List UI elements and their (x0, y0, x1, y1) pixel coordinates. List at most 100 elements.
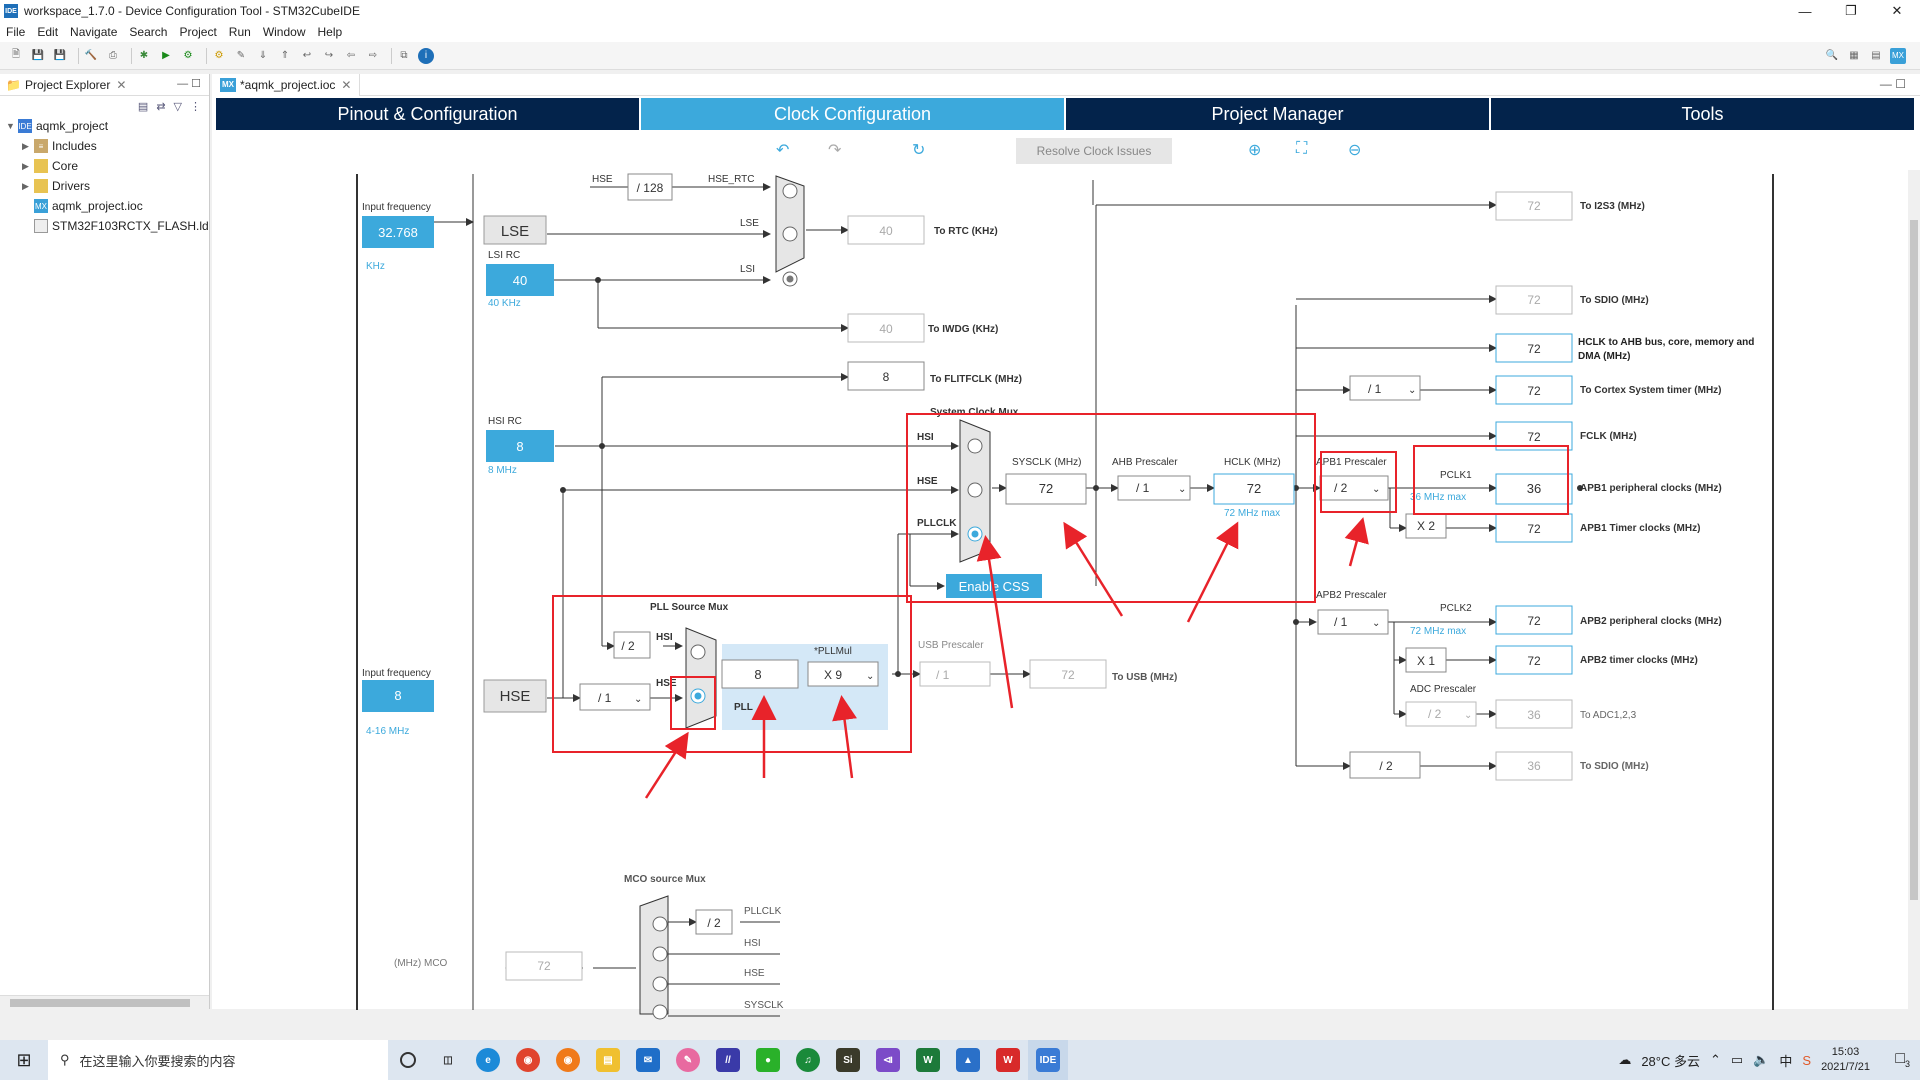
ime-icon[interactable]: 中 (1779, 1051, 1792, 1070)
volume-icon[interactable]: 🔈 (1753, 1052, 1769, 1068)
taskbar-search-input[interactable]: ⚲ 在这里输入你要搜索的内容 (48, 1040, 388, 1080)
rtc-mux-radio-lse[interactable] (782, 226, 798, 242)
ahb-prescaler-select[interactable]: / 1 (1136, 481, 1150, 495)
save-icon[interactable]: 💾 (30, 48, 46, 64)
hse-div-select[interactable]: / 1 (598, 691, 612, 705)
tree-includes[interactable]: ▶ ≡ Includes (0, 136, 209, 156)
print-icon[interactable]: ⎙ (105, 48, 121, 64)
tree-ioc[interactable]: MX aqmk_project.ioc (0, 196, 209, 216)
menu-help[interactable]: Help (318, 25, 343, 39)
file-explorer-icon[interactable]: ▤ (588, 1040, 628, 1080)
prev-annotation-icon[interactable]: ⇑ (277, 48, 293, 64)
chrome-icon[interactable]: ◉ (508, 1040, 548, 1080)
lse-input-value[interactable]: 32.768 (378, 225, 418, 240)
sysclk-mux-radio-hsi[interactable] (967, 438, 983, 454)
undo-icon[interactable]: ↶ (776, 140, 789, 160)
restore-icon[interactable]: ❐ (1828, 0, 1874, 22)
chevron-right-icon[interactable]: ▶ (22, 181, 34, 192)
pllmul-select[interactable]: X 9 (824, 668, 842, 682)
tree-project[interactable]: ▼ IDE aqmk_project (0, 116, 209, 136)
next-annotation-icon[interactable]: ⇓ (255, 48, 271, 64)
cortex-div-select[interactable]: / 1 (1368, 382, 1382, 396)
hse-input-value[interactable]: 8 (394, 688, 401, 703)
mco-mux-radio-pllclk[interactable] (652, 916, 668, 932)
weather-text[interactable]: 28°C 多云 (1641, 1051, 1700, 1070)
edge-icon[interactable]: e (468, 1040, 508, 1080)
redo-icon[interactable]: ↷ (828, 140, 841, 160)
cpp-perspective-icon[interactable]: ▤ (1868, 48, 1884, 64)
explorer-hscrollbar[interactable] (0, 995, 209, 1009)
nav-back-icon[interactable]: ⇦ (343, 48, 359, 64)
panel-controls[interactable]: — ☐ (177, 77, 201, 90)
external-tools-icon[interactable]: ⚙ (180, 48, 196, 64)
chevron-down-icon[interactable]: ⌄ (1408, 385, 1416, 396)
tab-project-manager[interactable]: Project Manager (1066, 98, 1489, 130)
stm32cubeide-taskbar-icon[interactable]: IDE (1028, 1040, 1068, 1080)
tab-tools[interactable]: Tools (1491, 98, 1914, 130)
back-icon[interactable]: ↩ (299, 48, 315, 64)
search-tool-icon[interactable]: ✎ (233, 48, 249, 64)
network-icon[interactable]: ▭ (1731, 1052, 1743, 1068)
tab-pinout[interactable]: Pinout & Configuration (216, 98, 639, 130)
tree-ld[interactable]: STM32F103RCTX_FLASH.ld (0, 216, 209, 236)
filter-icon[interactable]: ▽ (174, 100, 182, 113)
sysclk-value[interactable]: 72 (1039, 481, 1053, 496)
wechat-icon[interactable]: ● (748, 1040, 788, 1080)
perspective-icon[interactable]: ▦ (1846, 48, 1862, 64)
device-config-icon[interactable]: ⚙ (211, 48, 227, 64)
adc-prescaler-select[interactable]: / 2 (1428, 707, 1442, 721)
debug-icon[interactable]: ✱ (136, 48, 152, 64)
notification-icon[interactable]: □3 (1895, 1050, 1910, 1069)
mco-mux-radio-hsi[interactable] (652, 946, 668, 962)
menu-search[interactable]: Search (129, 25, 167, 39)
apb1-prescaler-select[interactable]: / 2 (1334, 481, 1348, 495)
link-editor-icon[interactable]: ⇄ (156, 100, 165, 113)
antivirus-icon[interactable]: S (1802, 1053, 1811, 1068)
rtc-mux-radio-hse[interactable] (782, 183, 798, 199)
pll-mux-radio-hsi[interactable] (690, 644, 706, 660)
chevron-right-icon[interactable]: ▶ (22, 141, 34, 152)
firefox-icon[interactable]: ◉ (548, 1040, 588, 1080)
reset-icon[interactable]: ↻ (912, 140, 925, 160)
mco-mux-radio-sysclk[interactable] (652, 1004, 668, 1020)
menu-file[interactable]: File (6, 25, 25, 39)
zoom-out-icon[interactable]: ⊖ (1348, 140, 1361, 160)
hclk-value[interactable]: 72 (1247, 481, 1261, 496)
music-icon[interactable]: ♫ (788, 1040, 828, 1080)
close-tab-icon[interactable]: ✕ (341, 78, 351, 92)
menu-run[interactable]: Run (229, 25, 251, 39)
mail-icon[interactable]: ✉ (628, 1040, 668, 1080)
apb1-periph-value[interactable]: 36 (1527, 481, 1541, 496)
nav-forward-icon[interactable]: ⇨ (365, 48, 381, 64)
resolve-clock-issues-button[interactable]: Resolve Clock Issues (1016, 138, 1172, 164)
chevron-up-icon[interactable]: ⌃ (1710, 1052, 1721, 1068)
chevron-down-icon[interactable]: ⌄ (1372, 484, 1380, 495)
view-menu-icon[interactable]: ⋮ (190, 100, 201, 113)
info-icon[interactable]: i (418, 47, 434, 64)
menu-window[interactable]: Window (263, 25, 306, 39)
chevron-down-icon[interactable]: ⌄ (1178, 484, 1186, 495)
mco-mux-radio-hse[interactable] (652, 976, 668, 992)
minimize-icon[interactable]: — (1782, 0, 1828, 22)
close-icon[interactable]: ✕ (1874, 0, 1920, 22)
tab-clock-configuration[interactable]: Clock Configuration (641, 98, 1064, 130)
usb-prescaler-select[interactable]: / 1 (936, 668, 950, 682)
zoom-in-icon[interactable]: ⊕ (1248, 140, 1261, 160)
open-perspective-icon[interactable]: ⧉ (396, 48, 412, 64)
tree-core[interactable]: ▶ Core (0, 156, 209, 176)
collapse-all-icon[interactable]: ▤ (138, 100, 148, 113)
chevron-down-icon[interactable]: ⌄ (866, 671, 874, 682)
visual-studio-icon[interactable]: ⧏ (868, 1040, 908, 1080)
taskbar-clock[interactable]: 15:03 2021/7/21 (1821, 1045, 1870, 1075)
excel-like-icon[interactable]: W (908, 1040, 948, 1080)
blue-app-icon[interactable]: ▲ (948, 1040, 988, 1080)
paint-icon[interactable]: ✎ (668, 1040, 708, 1080)
menu-edit[interactable]: Edit (37, 25, 58, 39)
task-view-icon[interactable]: ◫ (428, 1040, 468, 1080)
chevron-down-icon[interactable]: ⌄ (1372, 618, 1380, 629)
new-icon[interactable]: 🗎 (8, 48, 24, 64)
forward-icon[interactable]: ↪ (321, 48, 337, 64)
menu-navigate[interactable]: Navigate (70, 25, 117, 39)
sysclk-mux-radio-hse[interactable] (967, 482, 983, 498)
build-icon[interactable]: 🔨 (83, 48, 99, 64)
